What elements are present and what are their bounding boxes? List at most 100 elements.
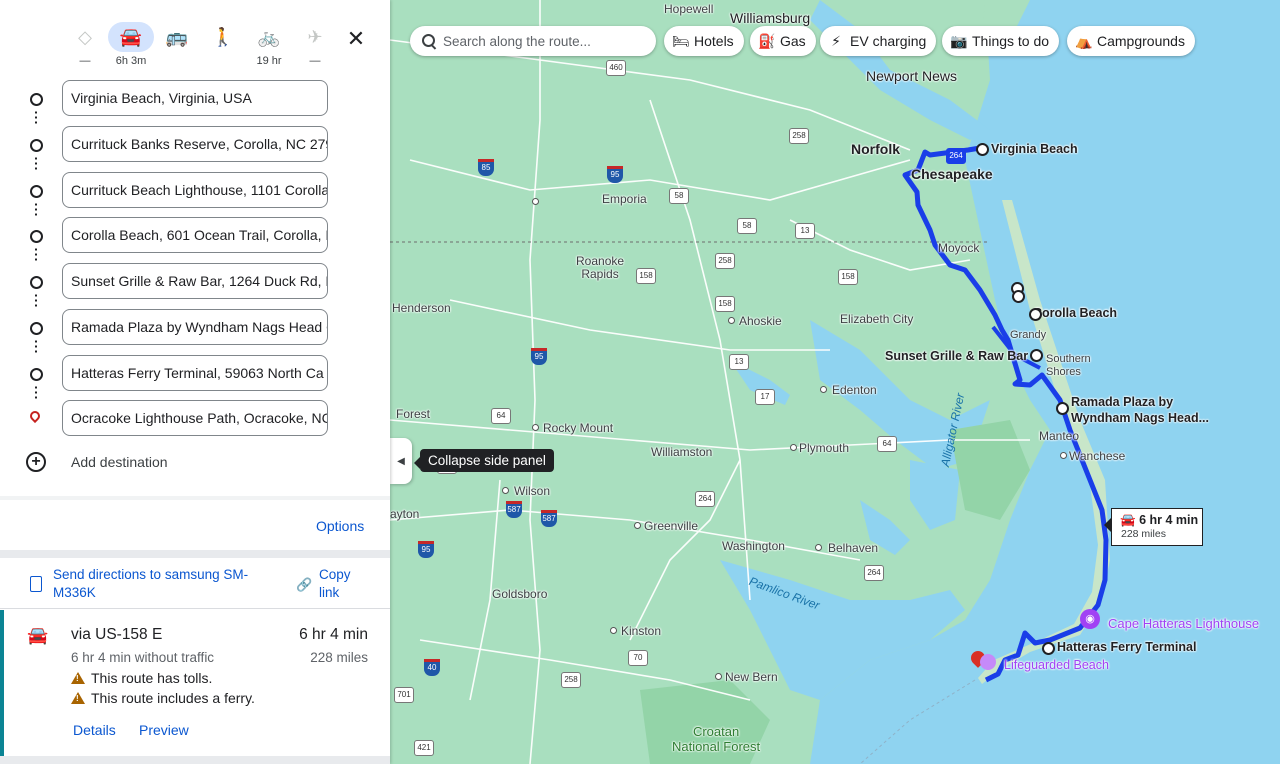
collapse-panel-button[interactable]: ◀ xyxy=(390,438,412,484)
airplane-icon: ✈ xyxy=(307,26,323,47)
warning-text: This route includes a ferry. xyxy=(91,690,255,706)
preview-link[interactable]: Preview xyxy=(139,722,189,738)
add-destination-button[interactable]: + Add destination xyxy=(26,452,168,472)
interstate-shield: 95 xyxy=(418,541,434,558)
stop-input-6[interactable]: Ramada Plaza by Wyndham Nags Head O xyxy=(62,309,328,345)
stop-circle-icon xyxy=(30,185,43,198)
chip-campgrounds[interactable]: ⛺ Campgrounds xyxy=(1067,26,1195,56)
car-icon: 🚘 xyxy=(1120,513,1136,527)
beach-poi-icon[interactable] xyxy=(980,654,996,670)
warning-ferry: This route includes a ferry. xyxy=(71,690,255,706)
stop-input-3[interactable]: Currituck Beach Lighthouse, 1101 Corolla xyxy=(62,172,328,208)
label-cape-hatteras[interactable]: Cape Hatteras Lighthouse xyxy=(1108,616,1259,631)
ev-charger-icon: ⚡ xyxy=(831,32,841,49)
route-shield: 58 xyxy=(737,218,757,234)
walk-icon: 🚶 xyxy=(211,26,235,47)
close-icon[interactable]: ✕ xyxy=(345,26,367,52)
label-goldsboro: Goldsboro xyxy=(492,587,548,601)
lighthouse-poi-icon[interactable]: ◉ xyxy=(1080,609,1100,629)
label-wanchese: Wanchese xyxy=(1069,449,1126,463)
town-dot xyxy=(820,386,827,393)
route-shield: 701 xyxy=(394,687,414,703)
divider xyxy=(0,608,390,609)
label-lifeguarded-beach[interactable]: Lifeguarded Beach xyxy=(1004,658,1109,672)
stop-input-8[interactable]: Ocracoke Lighthouse Path, Ocracoke, NC xyxy=(62,400,328,436)
callout-time: 6 hr 4 min xyxy=(1139,513,1199,527)
collapse-tooltip: Collapse side panel xyxy=(414,449,554,472)
mode-walking[interactable]: 🚶 xyxy=(200,22,246,67)
label-edenton: Edenton xyxy=(832,383,877,397)
route-shield: 258 xyxy=(561,672,581,688)
town-dot xyxy=(610,627,617,634)
route-shield: 460 xyxy=(606,60,626,76)
route-shield: 264 xyxy=(864,565,884,581)
interstate-shield: 587 xyxy=(506,501,522,518)
gas-pump-icon: ⛽ xyxy=(758,32,776,49)
interstate-shield: 85 xyxy=(478,159,494,176)
send-to-device-button[interactable]: Send directions to samsung SM-M336K xyxy=(30,566,270,602)
label-sunset-grille: Sunset Grille & Raw Bar xyxy=(885,349,1029,363)
search-placeholder: Search along the route... xyxy=(443,33,591,49)
search-along-route[interactable]: Search along the route... xyxy=(410,26,656,56)
travel-mode-bar: ◇ — 🚘 6h 3m 🚌 🚶 🚲 19 hr ✈ — xyxy=(62,22,338,67)
stop-input-2[interactable]: Currituck Banks Reserve, Corolla, NC 279 xyxy=(62,126,328,162)
warning-icon xyxy=(71,672,85,684)
waypoint-marker-ramada[interactable] xyxy=(1056,402,1069,415)
stop-input-4[interactable]: Corolla Beach, 601 Ocean Trail, Corolla,… xyxy=(62,217,328,253)
mode-best[interactable]: ◇ — xyxy=(62,22,108,68)
copy-link-button[interactable]: 🔗 Copy link xyxy=(296,566,359,602)
mode-label xyxy=(154,55,200,67)
label-new-bern: New Bern xyxy=(725,670,778,684)
route-duration-callout[interactable]: 🚘 6 hr 4 min 228 miles xyxy=(1104,508,1203,546)
directions-panel: ◇ — 🚘 6h 3m 🚌 🚶 🚲 19 hr ✈ — ✕ Virginia B… xyxy=(0,0,390,764)
chip-things-to-do[interactable]: 📷 Things to do xyxy=(942,26,1060,56)
label-emporia: Emporia xyxy=(602,192,647,206)
mode-flights[interactable]: ✈ — xyxy=(292,22,338,68)
label-belhaven: Belhaven xyxy=(828,541,879,555)
divider xyxy=(0,550,390,558)
stop-connector xyxy=(35,385,37,401)
map-canvas[interactable]: Hopewell Williamsburg Newport News Norfo… xyxy=(390,0,1280,764)
route-miles: 228 miles xyxy=(310,650,368,665)
details-link[interactable]: Details xyxy=(73,722,116,738)
stop-circle-icon xyxy=(30,276,43,289)
stop-connector xyxy=(35,293,37,309)
mode-label: 6h 3m xyxy=(115,55,147,67)
interstate-shield: 40 xyxy=(424,659,440,676)
town-dot xyxy=(532,198,539,205)
chip-ev-charging[interactable]: ⚡ EV charging xyxy=(820,26,937,56)
mode-label: 19 hr xyxy=(256,55,282,67)
route-shield: 421 xyxy=(414,740,434,756)
label-moyock: Moyock xyxy=(938,241,980,255)
route-via: via US-158 E xyxy=(71,626,163,643)
mode-driving[interactable]: 🚘 6h 3m xyxy=(108,22,154,67)
stop-input-7[interactable]: Hatteras Ferry Terminal, 59063 North Ca xyxy=(62,355,328,391)
label-greenville: Greenville xyxy=(644,519,699,533)
stop-circle-icon xyxy=(30,230,43,243)
stop-circle-icon xyxy=(30,322,43,335)
town-dot xyxy=(502,487,509,494)
waypoint-marker-sunset-grille[interactable] xyxy=(1030,349,1043,362)
mode-cycling[interactable]: 🚲 19 hr xyxy=(246,22,292,68)
camera-icon: 📷 xyxy=(950,32,968,49)
stop-input-5[interactable]: Sunset Grille & Raw Bar, 1264 Duck Rd, D xyxy=(62,263,328,299)
link-icon: 🔗 xyxy=(296,577,313,592)
chip-gas[interactable]: ⛽ Gas xyxy=(750,26,816,56)
waypoint-marker-hatteras-ferry[interactable] xyxy=(1042,642,1055,655)
waypoint-marker-corolla-beach[interactable] xyxy=(1029,308,1042,321)
chip-hotels[interactable]: 🛏 Hotels xyxy=(664,26,744,56)
stop-input-1[interactable]: Virginia Beach, Virginia, USA xyxy=(62,80,328,116)
chevron-left-icon: ◀ xyxy=(397,455,405,467)
mode-transit[interactable]: 🚌 xyxy=(154,22,200,67)
town-dot xyxy=(790,444,797,451)
route-shield: 17 xyxy=(755,389,775,405)
bed-icon: 🛏 xyxy=(672,32,690,49)
label-hatteras-ferry: Hatteras Ferry Terminal xyxy=(1057,640,1197,654)
waypoint-marker-virginia-beach[interactable] xyxy=(976,143,989,156)
route-shield: 264 xyxy=(946,148,966,164)
interstate-shield: 587 xyxy=(541,510,557,527)
options-link[interactable]: Options xyxy=(316,518,364,534)
mode-label xyxy=(200,55,246,67)
waypoint-marker-currituck-lighthouse[interactable] xyxy=(1012,290,1025,303)
route-option[interactable]: 🚘 via US-158 E 6 hr 4 min 6 hr 4 min wit… xyxy=(0,610,390,756)
